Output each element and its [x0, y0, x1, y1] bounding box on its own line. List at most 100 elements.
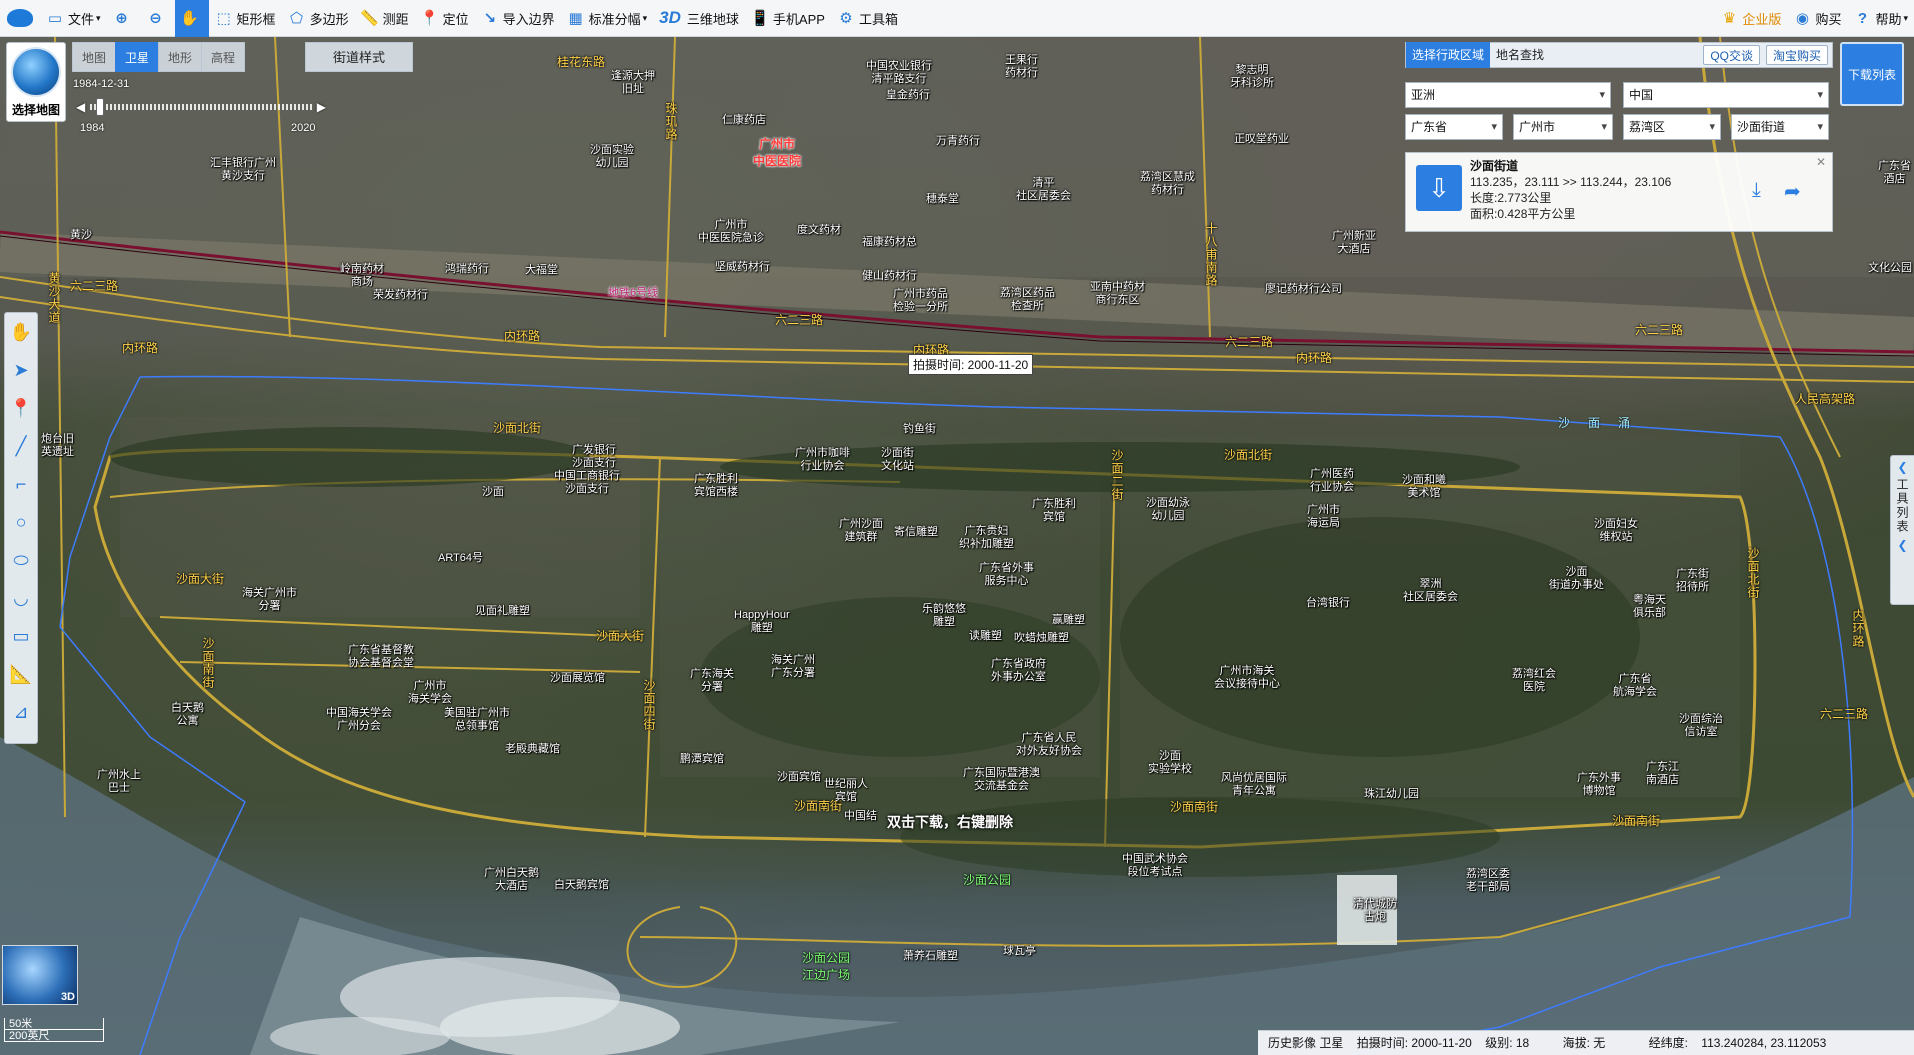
chevron-right-icon[interactable]: ▶: [317, 100, 326, 114]
poi-label: 黎志明 牙科诊所: [1230, 64, 1274, 89]
timeline-handle[interactable]: [96, 98, 104, 116]
poi-label: 见面礼雕塑: [475, 605, 530, 617]
tool-list-label: 工具列表: [1895, 478, 1909, 534]
status-level: 级别: 18: [1485, 1036, 1530, 1050]
poi-label: 广东省人民 对外友好协会: [1016, 732, 1082, 757]
polygon-select-button[interactable]: ⬠ 多边形: [282, 0, 355, 37]
phone-icon: 📱: [750, 10, 770, 27]
mini-globe-3d[interactable]: 3D: [2, 945, 78, 1005]
zoom-in-button[interactable]: ⊕: [107, 0, 141, 37]
file-menu[interactable]: ▭ 文件 ▾: [40, 0, 107, 37]
street-style-button[interactable]: 街道样式: [305, 42, 413, 72]
measure-button[interactable]: 📏 测距: [355, 0, 415, 37]
marker-icon[interactable]: 📍: [5, 389, 37, 427]
poi-label: 中国工商银行 沙面支行: [554, 470, 620, 495]
polyline-icon[interactable]: ⌐: [5, 465, 37, 503]
rect-select-button[interactable]: ⬚ 矩形框: [209, 0, 282, 37]
capture-date-tooltip: 拍摄时间: 2000-11-20: [908, 354, 1034, 375]
close-icon[interactable]: ✕: [1816, 155, 1826, 169]
map-type-tabs: 地图 卫星 地形 高程: [72, 42, 245, 72]
poi-label: 鹏潭宾馆: [680, 753, 724, 765]
poi-label: 广州白天鹅 大酒店: [484, 867, 539, 892]
road-label: 沙面大街: [596, 629, 645, 643]
poi-label: 萧养石雕塑: [903, 950, 958, 962]
taobao-buy-button[interactable]: 淘宝购买: [1765, 45, 1828, 65]
chevron-down-icon: ▾: [1903, 12, 1908, 23]
poi-label: 翠洲 社区居委会: [1403, 578, 1458, 603]
poi-label: 坚威药材行: [715, 261, 770, 273]
chevron-left-icon[interactable]: ❮: [1891, 460, 1914, 474]
curve-icon[interactable]: ◡: [5, 579, 37, 617]
help-button[interactable]: ? 帮助 ▾: [1847, 0, 1914, 37]
poi-label: 沙面街 文化站: [881, 447, 914, 472]
toolbox-button[interactable]: ⚙ 工具箱: [831, 0, 904, 37]
poi-label: 荔湾区药品 检查所: [1000, 287, 1055, 312]
download-icon[interactable]: ⇩: [1416, 165, 1462, 211]
poi-label: 清代城防 古炮: [1353, 898, 1397, 923]
ellipse-icon[interactable]: ⬭: [5, 541, 37, 579]
grid-button[interactable]: ▦ 标准分幅 ▾: [561, 0, 654, 37]
hand-icon[interactable]: ✋: [5, 313, 37, 351]
poi-label: 广州新亚 大酒店: [1332, 230, 1376, 255]
continent-select[interactable]: 亚洲: [1405, 82, 1611, 108]
timeline-track[interactable]: [90, 104, 312, 110]
region-result-card[interactable]: ⇩ 沙面街道 113.235，23.111 >> 113.244，23.106 …: [1405, 152, 1833, 232]
chevron-left-icon[interactable]: ◀: [76, 100, 85, 114]
zoom-out-button[interactable]: ⊖: [141, 0, 175, 37]
poi-label: 广东街 招待所: [1676, 568, 1709, 593]
chevron-left-icon[interactable]: ❮: [1891, 538, 1914, 552]
enterprise-button[interactable]: ♛ 企业版: [1714, 0, 1787, 37]
province-select[interactable]: 广东省: [1405, 114, 1503, 140]
area-measure-icon[interactable]: ⊿: [5, 693, 37, 731]
line-icon[interactable]: ╱: [5, 427, 37, 465]
download-icon[interactable]: ⤓: [1752, 179, 1761, 202]
poi-label: 广东省 酒店: [1878, 160, 1911, 185]
poi-label: 广东海关 分署: [690, 668, 734, 693]
ruler-icon[interactable]: 📐: [5, 655, 37, 693]
tab-map[interactable]: 地图: [72, 42, 116, 72]
poi-label: 中国武术协会 段位考试点: [1122, 853, 1188, 878]
poi-label: 万青药行: [936, 135, 980, 147]
qq-chat-button[interactable]: QQ交谈: [1703, 45, 1760, 65]
country-select[interactable]: 中国: [1623, 82, 1829, 108]
three-d-button[interactable]: 3D 三维地球: [653, 0, 745, 37]
poi-label: 广东省基督教 协会基督会堂: [348, 644, 414, 669]
poi-label: 广州市咖啡 行业协会: [795, 447, 850, 472]
poi-label: 白天鹅 公寓: [171, 702, 204, 727]
city-select[interactable]: 广州市: [1513, 114, 1613, 140]
street-select[interactable]: 沙面街道: [1731, 114, 1829, 140]
import-boundary-button[interactable]: ↘ 导入边界: [475, 0, 561, 37]
tab-satellite[interactable]: 卫星: [115, 42, 159, 72]
poi-label: 正叹堂药业: [1234, 133, 1289, 145]
help-icon: ?: [1857, 9, 1868, 27]
scale-metric: 50米: [4, 1018, 104, 1030]
tab-terrain[interactable]: 地形: [158, 42, 202, 72]
poi-label: 赢雕塑: [1052, 614, 1085, 626]
tool-list-panel[interactable]: ❮ 工具列表 ❮: [1890, 455, 1914, 605]
download-list-button[interactable]: 下载列表: [1840, 42, 1904, 106]
map-source-selector[interactable]: 选择地图: [6, 42, 66, 122]
locate-button[interactable]: 📍 定位: [415, 0, 475, 37]
poi-label: 广东胜利 宾馆西楼: [694, 473, 738, 498]
mobile-app-button[interactable]: 📱 手机APP: [745, 0, 831, 37]
road-label: 沙面南街: [1170, 800, 1219, 814]
poi-label: 广发银行 沙面支行: [572, 444, 616, 469]
rectangle-icon[interactable]: ▭: [5, 617, 37, 655]
poi-label: 白天鹅宾馆: [554, 879, 609, 891]
tab-admin-region[interactable]: 选择行政区域: [1406, 42, 1491, 68]
history-timeline-slider[interactable]: ◀ ▶: [76, 96, 326, 118]
crown-icon: ♛: [1722, 10, 1737, 27]
poi-label: 美国驻广州市 总领事馆: [444, 707, 510, 732]
pan-button[interactable]: ✋: [174, 0, 209, 37]
poi-label: 清平 社区居委会: [1016, 177, 1071, 202]
buy-button[interactable]: ◉ 购买: [1787, 0, 1847, 37]
park-label: 沙面公园: [963, 873, 1012, 887]
share-icon[interactable]: ➦: [1784, 179, 1801, 204]
tab-place-search[interactable]: 地名查找: [1490, 42, 1550, 68]
road-label: 黄沙大道: [47, 272, 61, 324]
district-select[interactable]: 荔湾区: [1623, 114, 1721, 140]
circle-icon[interactable]: ○: [5, 503, 37, 541]
road-label: 沙面北街: [1224, 448, 1273, 462]
tab-elevation[interactable]: 高程: [201, 42, 245, 72]
pointer-icon[interactable]: ➤: [5, 351, 37, 389]
